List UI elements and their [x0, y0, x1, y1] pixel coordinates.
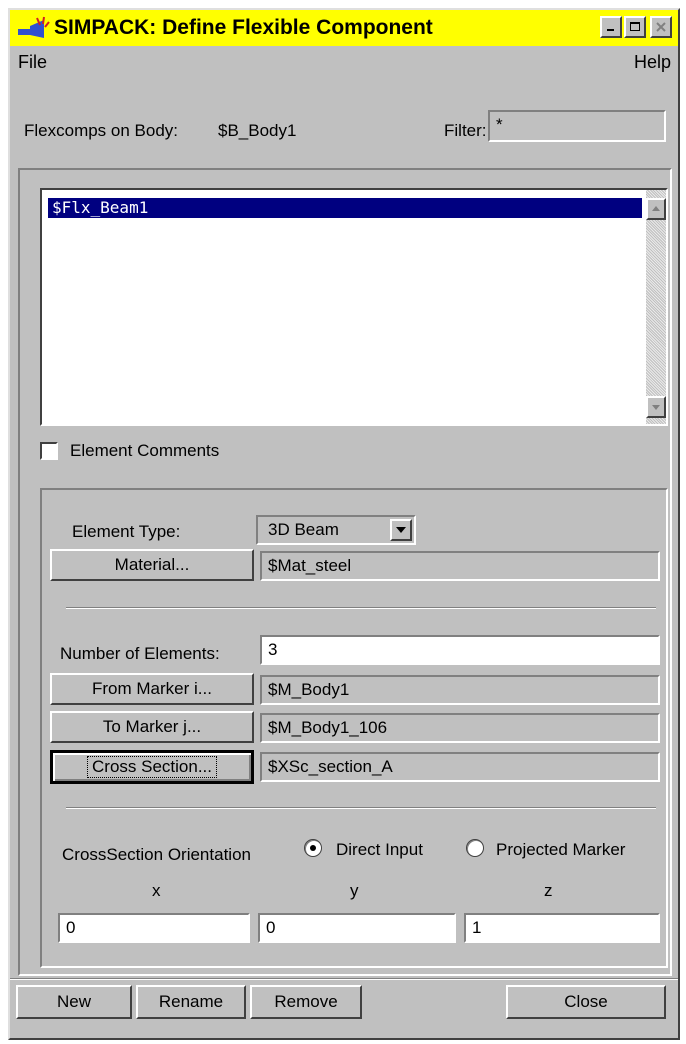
- scroll-up-button[interactable]: [646, 198, 666, 220]
- maximize-icon: [630, 22, 640, 31]
- simpack-app-icon: [18, 16, 50, 38]
- flexcomps-on-body-label: Flexcomps on Body:: [24, 121, 179, 140]
- bottom-divider: [10, 978, 678, 980]
- body-name: $B_Body1: [218, 121, 297, 140]
- filter-label: Filter:: [444, 121, 487, 140]
- window-title: SIMPACK: Define Flexible Component: [54, 16, 433, 39]
- arrow-up-icon: [652, 206, 660, 211]
- to-marker-field: $M_Body1_106: [260, 713, 660, 743]
- radio-selected-dot: [310, 845, 316, 851]
- z-input[interactable]: 1: [464, 913, 660, 943]
- menu-help[interactable]: Help: [634, 52, 671, 73]
- remove-button[interactable]: Remove: [250, 985, 362, 1019]
- close-icon: [656, 22, 666, 32]
- number-of-elements-input[interactable]: 3: [260, 635, 660, 665]
- arrow-down-icon: [652, 405, 660, 410]
- element-type-label: Element Type:: [72, 522, 181, 541]
- direct-input-label: Direct Input: [336, 840, 423, 859]
- projected-marker-label: Projected Marker: [496, 840, 626, 859]
- minimize-button[interactable]: [600, 16, 622, 38]
- flexcomp-list[interactable]: $Flx_Beam1: [40, 188, 668, 426]
- cross-section-button[interactable]: Cross Section...: [50, 750, 254, 784]
- element-type-value: 3D Beam: [268, 520, 339, 539]
- z-label: z: [544, 881, 553, 900]
- close-button[interactable]: Close: [506, 985, 666, 1019]
- x-input[interactable]: 0: [58, 913, 250, 943]
- from-marker-button[interactable]: From Marker i...: [50, 673, 254, 705]
- new-button[interactable]: New: [16, 985, 132, 1019]
- to-marker-button[interactable]: To Marker j...: [50, 711, 254, 743]
- define-flexible-component-window: SIMPACK: Define Flexible Component File …: [8, 8, 680, 1040]
- maximize-button[interactable]: [624, 16, 646, 38]
- divider: [66, 607, 656, 609]
- list-item[interactable]: $Flx_Beam1: [48, 198, 642, 218]
- divider: [66, 807, 656, 809]
- scroll-down-button[interactable]: [646, 396, 666, 418]
- cross-section-field: $XSc_section_A: [260, 752, 660, 782]
- list-scrollbar[interactable]: [646, 190, 666, 424]
- filter-input[interactable]: *: [488, 110, 666, 142]
- element-comments-checkbox[interactable]: [40, 442, 58, 460]
- element-type-select[interactable]: 3D Beam: [256, 515, 416, 545]
- x-label: x: [152, 881, 161, 900]
- chevron-down-icon: [396, 527, 406, 533]
- title-bar[interactable]: SIMPACK: Define Flexible Component: [10, 10, 678, 46]
- menu-file[interactable]: File: [18, 52, 47, 73]
- close-window-button[interactable]: [650, 16, 672, 38]
- rename-button[interactable]: Rename: [136, 985, 246, 1019]
- material-field: $Mat_steel: [260, 551, 660, 581]
- element-type-dropdown-button[interactable]: [390, 519, 412, 541]
- material-button[interactable]: Material...: [50, 549, 254, 581]
- y-input[interactable]: 0: [258, 913, 456, 943]
- y-label: y: [350, 881, 359, 900]
- number-of-elements-label: Number of Elements:: [60, 644, 220, 663]
- menu-bar: File Help: [10, 48, 678, 78]
- cross-section-button-label: Cross Section...: [87, 756, 217, 778]
- from-marker-field: $M_Body1: [260, 675, 660, 705]
- direct-input-radio[interactable]: [304, 839, 322, 857]
- element-comments-label: Element Comments: [70, 441, 220, 460]
- minimize-icon: [607, 29, 614, 31]
- projected-marker-radio[interactable]: [466, 839, 484, 857]
- cross-section-orientation-label: CrossSection Orientation: [62, 845, 251, 864]
